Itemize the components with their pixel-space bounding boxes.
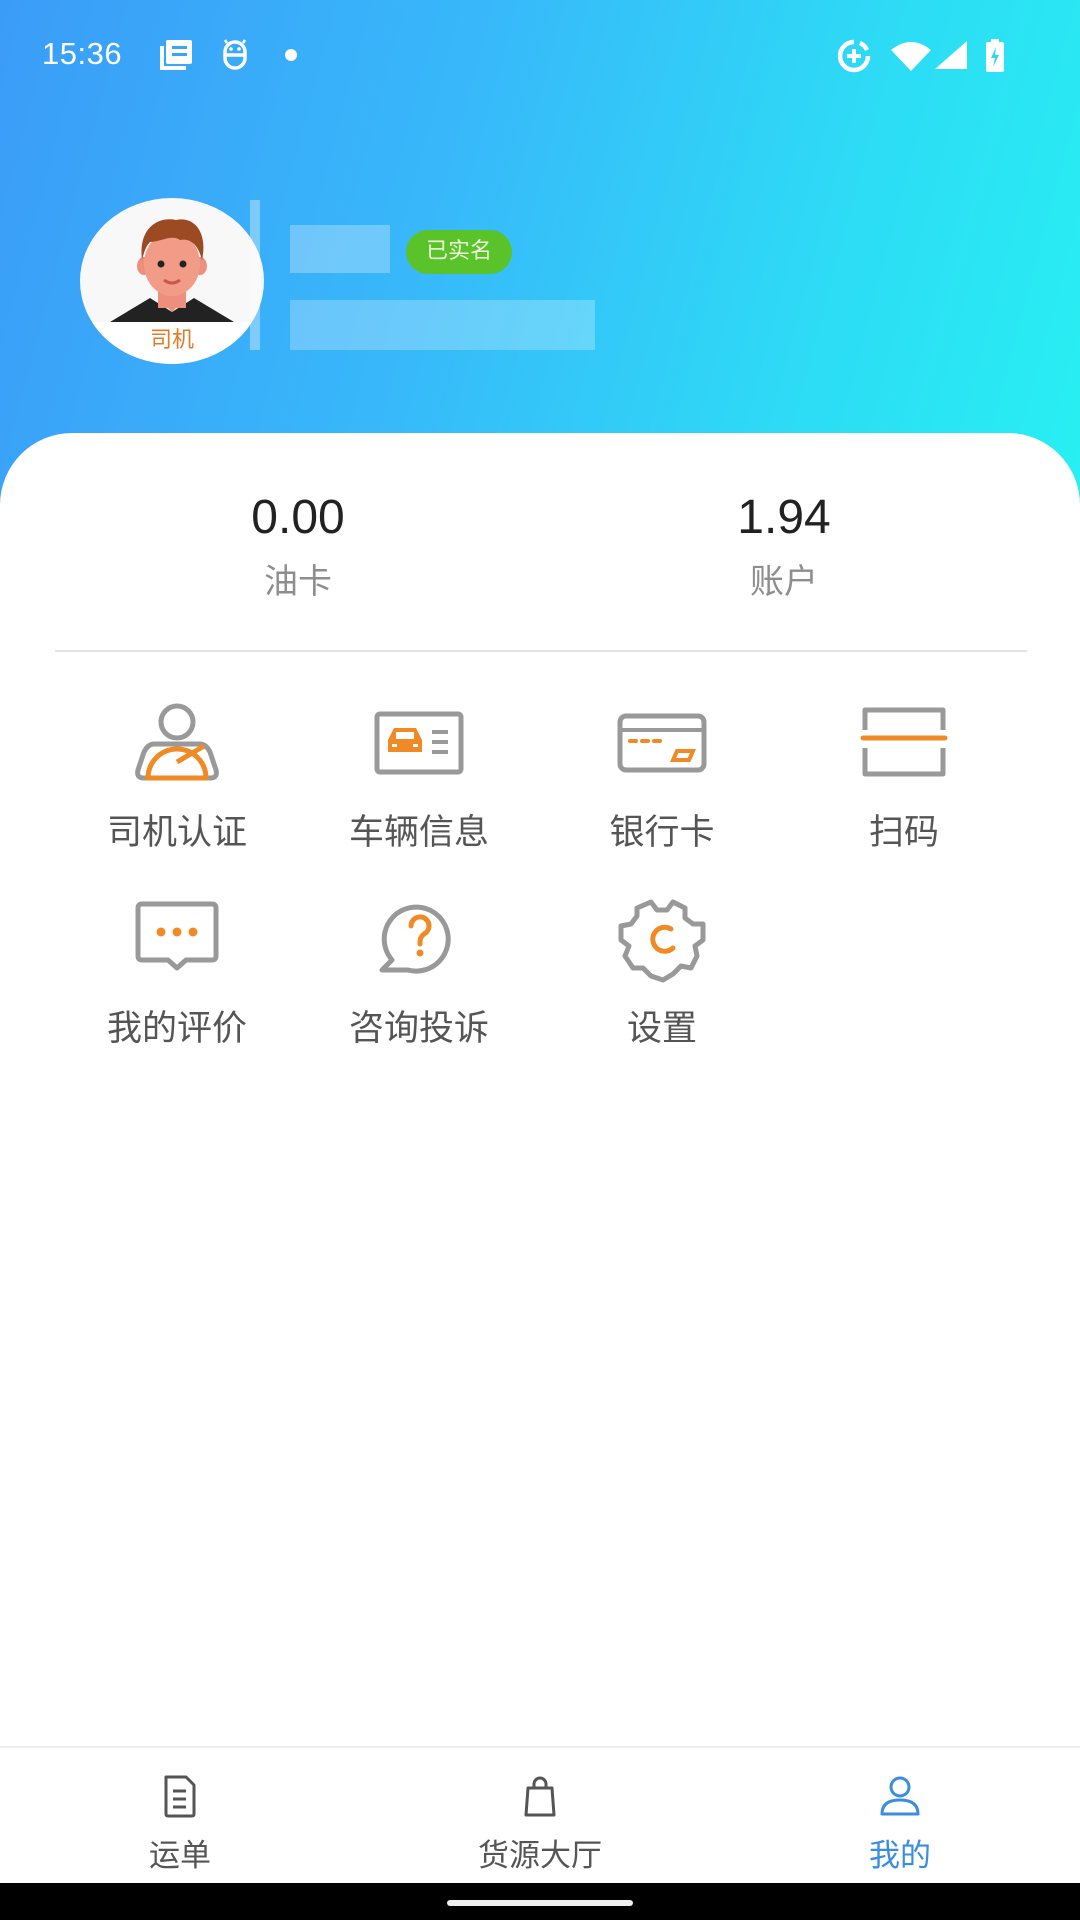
status-time: 15:36 xyxy=(42,36,123,71)
nav-tab-cargo-hall[interactable]: 货源大厅 xyxy=(360,1748,720,1885)
menu-settings-label: 设置 xyxy=(626,1009,697,1049)
nav-tab-mine-label: 我的 xyxy=(869,1838,931,1874)
signal-icon xyxy=(935,41,967,69)
wifi-icon xyxy=(891,42,931,71)
nav-tab-waybill-label: 运单 xyxy=(149,1838,211,1874)
help-chat-icon xyxy=(379,904,451,974)
nav-tab-mine[interactable]: 我的 xyxy=(720,1748,1080,1885)
scan-icon xyxy=(860,707,948,777)
nav-tab-waybill[interactable]: 运单 xyxy=(0,1748,360,1885)
menu-settings[interactable]: 设置 xyxy=(541,896,783,1051)
verified-badge: 已实名 xyxy=(406,230,513,274)
menu-driver-auth[interactable]: 司机认证 xyxy=(56,700,298,855)
bottom-nav: 运单 货源大厅 我的 xyxy=(0,1746,1080,1883)
nav-tab-cargo-hall-label: 货源大厅 xyxy=(478,1838,602,1874)
content-card xyxy=(0,433,1080,1746)
data-saver-icon xyxy=(837,39,871,73)
vehicle-card-icon xyxy=(374,711,464,775)
menu-driver-auth-label: 司机认证 xyxy=(106,813,247,853)
system-navigation-bar xyxy=(0,1883,1080,1920)
home-indicator[interactable] xyxy=(447,1900,633,1906)
fuel-card-label: 油卡 xyxy=(264,562,332,602)
dot-icon xyxy=(285,49,297,61)
avatar-role-label: 司机 xyxy=(149,328,194,353)
fuel-card-balance: 0.00 xyxy=(251,491,345,544)
divider xyxy=(55,650,1027,652)
account-balance: 1.94 xyxy=(737,491,831,544)
gear-icon xyxy=(618,899,706,983)
status-bar: 15:36 xyxy=(0,0,1080,110)
comment-icon xyxy=(135,901,219,971)
battery-charging-icon xyxy=(986,39,1004,72)
menu-consult-complaint[interactable]: 咨询投诉 xyxy=(298,896,540,1051)
account-label: 账户 xyxy=(750,562,818,602)
driver-auth-icon xyxy=(135,703,219,781)
menu-bank-card[interactable]: 银行卡 xyxy=(541,700,783,855)
shopping-bag-icon xyxy=(524,1776,556,1817)
user-name-redacted xyxy=(250,200,595,350)
menu-consult-complaint-label: 咨询投诉 xyxy=(348,1009,489,1049)
menu-scan[interactable]: 扫码 xyxy=(783,700,1025,855)
avatar[interactable]: 司机 xyxy=(80,198,264,364)
menu-vehicle-info[interactable]: 车辆信息 xyxy=(298,700,540,855)
document-icon xyxy=(164,1775,196,1818)
stat-fuel-card[interactable]: 0.00 油卡 xyxy=(148,490,448,603)
bank-card-icon xyxy=(617,713,707,773)
stat-account[interactable]: 1.94 账户 xyxy=(634,490,934,603)
menu-my-reviews[interactable]: 我的评价 xyxy=(56,896,298,1051)
menu-scan-label: 扫码 xyxy=(868,813,939,853)
menu-bank-card-label: 银行卡 xyxy=(609,813,715,853)
menu-my-reviews-label: 我的评价 xyxy=(106,1009,247,1049)
user-icon xyxy=(880,1776,920,1816)
menu-vehicle-info-label: 车辆信息 xyxy=(348,813,489,853)
news-icon xyxy=(160,40,192,70)
robot-icon xyxy=(223,39,247,70)
